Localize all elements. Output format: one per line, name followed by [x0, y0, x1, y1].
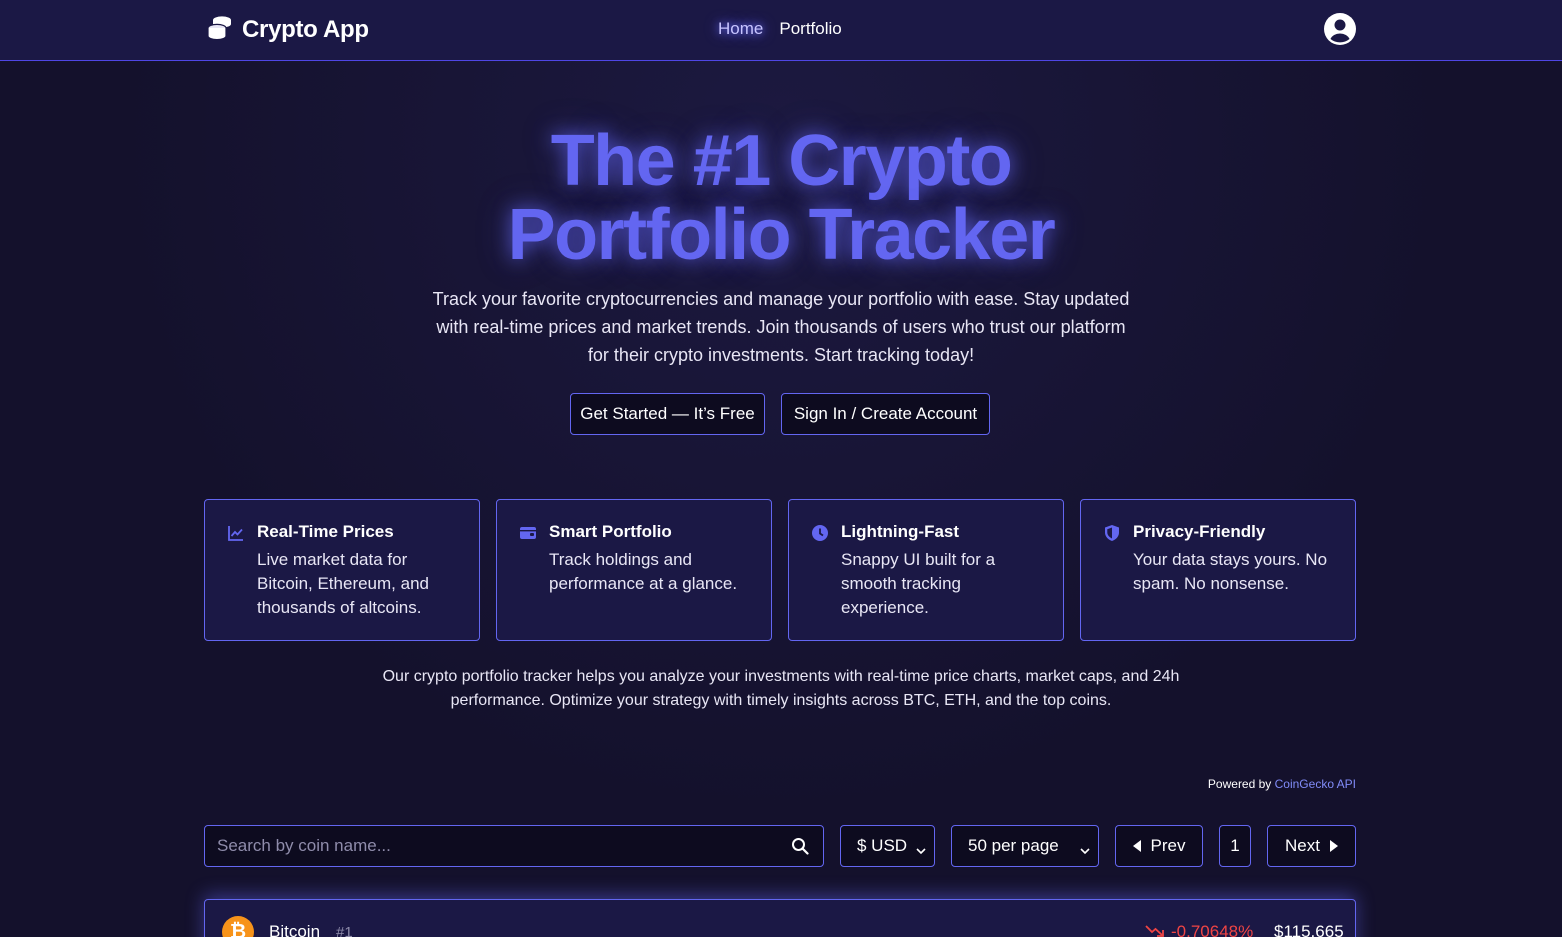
- currency-select[interactable]: $ USD: [840, 825, 935, 867]
- next-page-button[interactable]: Next: [1267, 825, 1356, 867]
- caret-left-icon: [1132, 840, 1141, 852]
- prev-page-button[interactable]: Prev: [1115, 825, 1203, 867]
- prev-label: Prev: [1150, 836, 1186, 855]
- feature-card-realtime: Real-Time Prices Live market data for Bi…: [204, 499, 480, 641]
- shield-icon: [1103, 524, 1121, 542]
- brand[interactable]: Crypto App: [206, 14, 369, 46]
- per-page-value: 50 per page: [968, 836, 1059, 855]
- feature-title: Smart Portfolio: [549, 522, 672, 541]
- chevron-down-icon: [1080, 841, 1090, 855]
- brand-name: Crypto App: [242, 16, 369, 43]
- feature-card-privacy: Privacy-Friendly Your data stays yours. …: [1080, 499, 1356, 641]
- feature-card-fast: Lightning-Fast Snappy UI built for a smo…: [788, 499, 1064, 641]
- coin-name: Bitcoin: [269, 922, 321, 937]
- search-icon[interactable]: [791, 837, 809, 855]
- coins-icon: [206, 14, 233, 46]
- coin-rank: #1: [336, 924, 353, 937]
- chevron-down-icon: [916, 841, 926, 855]
- feature-title: Real-Time Prices: [257, 522, 394, 541]
- next-label: Next: [1285, 836, 1320, 855]
- caret-right-icon: [1329, 840, 1338, 852]
- chart-line-icon: [227, 524, 245, 542]
- coin-change: -0.70648%: [1171, 922, 1254, 937]
- hero-title-line2: Portfolio Tracker: [507, 195, 1056, 275]
- bitcoin-logo-icon: ₿: [222, 916, 254, 937]
- per-page-select[interactable]: 50 per page: [951, 825, 1099, 867]
- hero-subtitle: Track your favorite cryptocurrencies and…: [432, 289, 1130, 365]
- get-started-button[interactable]: Get Started — It’s Free: [570, 393, 765, 435]
- feature-card-portfolio: Smart Portfolio Track holdings and perfo…: [496, 499, 772, 641]
- sign-in-button[interactable]: Sign In / Create Account: [781, 393, 990, 435]
- feature-desc: Live market data for Bitcoin, Ethereum, …: [257, 550, 429, 617]
- powered-by-label: Powered by: [1207, 777, 1275, 791]
- search-input[interactable]: [217, 826, 777, 866]
- nav-link-home[interactable]: Home: [718, 19, 763, 39]
- feature-desc: Track holdings and performance at a glan…: [549, 550, 738, 593]
- search-box: [204, 825, 824, 867]
- feature-title: Lightning-Fast: [841, 522, 960, 541]
- nav-links: Home Portfolio: [718, 19, 842, 39]
- clock-icon: [811, 524, 829, 542]
- about-text: Our crypto portfolio tracker helps you a…: [382, 668, 1180, 709]
- currency-value: $ USD: [857, 836, 908, 855]
- wallet-icon: [519, 524, 537, 542]
- hero-title: The #1 Crypto Portfolio Tracker: [0, 124, 1562, 272]
- powered-by: Powered by CoinGecko API: [1208, 777, 1356, 791]
- coin-price: $115,665: [1274, 922, 1344, 937]
- feature-title: Privacy-Friendly: [1133, 522, 1266, 541]
- feature-desc: Snappy UI built for a smooth tracking ex…: [841, 550, 996, 617]
- feature-desc: Your data stays yours. No spam. No nonse…: [1133, 550, 1328, 593]
- current-page[interactable]: 1: [1219, 825, 1251, 867]
- navbar: Crypto App Home Portfolio: [0, 0, 1562, 61]
- coingecko-link[interactable]: CoinGecko API: [1275, 777, 1356, 791]
- trend-down-icon: [1145, 924, 1165, 937]
- nav-link-portfolio[interactable]: Portfolio: [779, 19, 841, 39]
- hero-title-line1: The #1 Crypto: [550, 121, 1013, 201]
- user-circle-icon[interactable]: [1323, 12, 1357, 46]
- coin-row[interactable]: ₿ Bitcoin #1 -0.70648% $115,665: [204, 899, 1356, 937]
